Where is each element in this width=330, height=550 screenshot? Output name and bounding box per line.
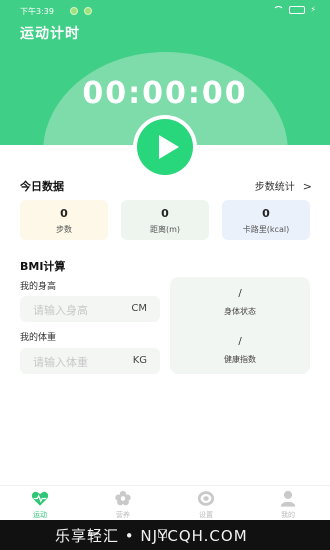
weight-placeholder: 请输入体重	[33, 356, 88, 369]
stat-value: 0	[161, 207, 169, 220]
watermark-bar: 乐享轻汇 • NJYCQH.COM	[0, 520, 330, 550]
chevron-right-icon: >	[302, 180, 312, 193]
bmi-result-box: / 身体状态 / 健康指数	[170, 277, 310, 374]
stat-label: 距离(m)	[149, 225, 181, 234]
stat-label: 步数	[56, 225, 72, 234]
nav-item-nutrition[interactable]: 营养	[93, 490, 153, 520]
nav-label: 运动	[33, 511, 47, 519]
flower-icon	[115, 490, 131, 506]
body-state-label: 身体状态	[224, 307, 256, 316]
page-title: 运动计时	[20, 26, 80, 42]
height-unit: CM	[131, 303, 147, 314]
battery-icon	[289, 5, 306, 14]
nav-label: 我的	[281, 511, 295, 519]
charging-icon: ⚡	[310, 5, 316, 14]
height-label: 我的身高	[20, 282, 57, 292]
today-data-title: 今日数据	[20, 180, 64, 193]
notification-icon	[84, 7, 92, 15]
step-stats-label: 步数统计	[254, 182, 295, 193]
status-bar: 下午3:39 ⚡	[0, 0, 330, 20]
stat-value: 0	[60, 207, 68, 220]
stat-distance: 0 距离(m)	[121, 200, 209, 240]
person-icon	[280, 490, 296, 507]
nav-item-settings[interactable]: 设置	[176, 490, 236, 520]
timer-display: 00:00:00	[82, 76, 248, 111]
height-placeholder: 请输入身高	[33, 304, 88, 317]
stat-value: 0	[262, 207, 270, 220]
stat-steps: 0 步数	[20, 200, 108, 240]
status-time: 下午3:39	[20, 7, 54, 16]
play-button[interactable]	[137, 119, 193, 175]
nav-label: 营养	[116, 511, 130, 519]
heart-pulse-icon	[31, 491, 49, 506]
watermark-text: 乐享轻汇 • NJYCQH.COM	[55, 527, 248, 545]
weight-unit: KG	[132, 355, 147, 366]
health-index-value: /	[238, 336, 242, 347]
bottom-nav: 运动 营养 设置 我的	[0, 485, 330, 520]
app-screen: 下午3:39 ⚡ 运动计时 00:00:00 今日数据 步数统计 > 0 步数 0…	[0, 0, 330, 550]
notification-icon	[70, 7, 78, 15]
content-card: 今日数据 步数统计 > 0 步数 0 距离(m) 0 卡路里(kcal) BMI计…	[0, 145, 330, 490]
nav-item-sport[interactable]: 运动	[10, 490, 70, 520]
weight-label: 我的体重	[20, 333, 57, 343]
bmi-title: BMI计算	[20, 260, 66, 273]
status-icons: ⚡	[273, 5, 316, 14]
tracker-icon	[197, 491, 215, 506]
weight-field[interactable]: 请输入体重 KG	[20, 348, 160, 374]
nav-label: 设置	[199, 511, 213, 519]
step-stats-link[interactable]: 步数统计 >	[255, 178, 312, 193]
play-button-ring	[133, 115, 197, 179]
height-field[interactable]: 请输入身高 CM	[20, 296, 160, 322]
stat-calories: 0 卡路里(kcal)	[222, 200, 310, 240]
body-state-value: /	[238, 288, 242, 299]
wifi-icon	[273, 5, 285, 14]
stat-label: 卡路里(kcal)	[242, 225, 290, 234]
health-index-label: 健康指数	[224, 355, 256, 364]
nav-item-mine[interactable]: 我的	[258, 490, 318, 520]
